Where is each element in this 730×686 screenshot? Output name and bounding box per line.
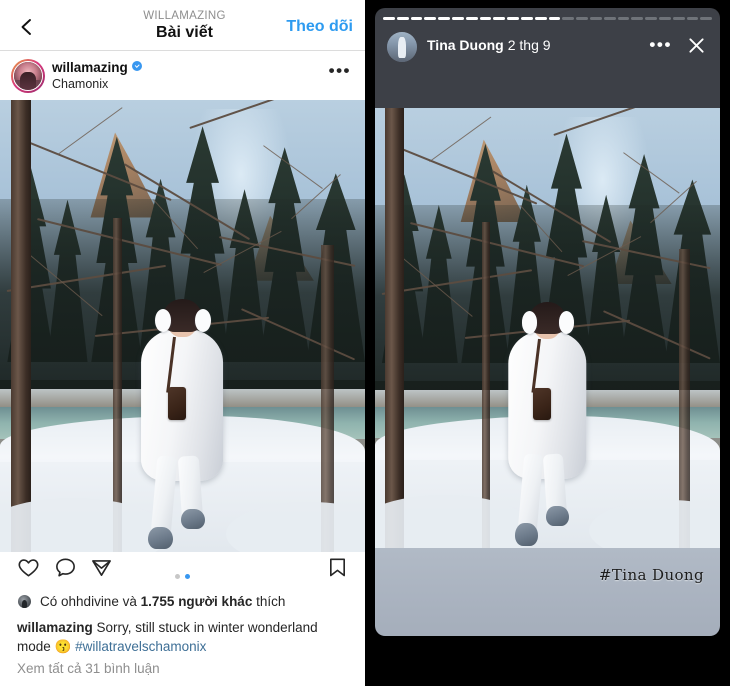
story-progress-segment [617, 17, 630, 20]
likes-others: người khác [178, 594, 253, 609]
story-progress-segment [520, 17, 533, 20]
earmuff-right [559, 311, 575, 334]
caption-username[interactable]: willamazing [17, 620, 93, 635]
post-nav-bar: WILLAMAZING Bài viết Theo dõi [0, 4, 365, 51]
story-avatar[interactable] [387, 32, 417, 62]
story-progress-segment [576, 17, 588, 20]
shoe-left [147, 526, 173, 550]
story-progress-segment [658, 17, 671, 20]
story-progress-segment [383, 17, 395, 20]
story-progress-segment [631, 17, 644, 20]
avatar-image [13, 61, 43, 91]
like-heart-icon[interactable] [17, 556, 40, 579]
shoe-left [514, 523, 539, 546]
story-progress-segment [396, 17, 409, 20]
story-progress-bar[interactable] [383, 17, 713, 20]
post-photo[interactable] [0, 100, 365, 552]
nav-title-group: WILLAMAZING Bài viết [112, 10, 257, 42]
story-avatar-image [387, 32, 417, 62]
story-progress-segment [507, 17, 519, 20]
shoulder-bag [167, 387, 187, 421]
follow-button[interactable]: Theo dõi [286, 18, 353, 36]
carousel-dot [175, 574, 180, 579]
story-watermark: #Tina Duong [598, 566, 704, 584]
caption-hashtag[interactable]: #willatravelschamonix [75, 639, 206, 654]
story-footer-area [375, 548, 720, 636]
comment-bubble-icon[interactable] [54, 556, 77, 579]
carousel-dot-active [185, 574, 190, 579]
story-progress-segment [548, 17, 561, 20]
view-all-comments-link[interactable]: Xem tất cả 31 bình luận [17, 661, 160, 676]
earmuff-left [521, 311, 537, 334]
story-progress-segment [493, 17, 506, 20]
instagram-story-panel: Tina Duong 2 thg 9 ••• #Tina Duong [365, 0, 730, 686]
avatar[interactable] [11, 59, 45, 93]
story-progress-segment [589, 17, 602, 20]
story-header: Tina Duong 2 thg 9 ••• [375, 26, 720, 66]
story-photo[interactable] [375, 108, 720, 548]
post-caption: willamazing Sorry, still stuck in winter… [17, 618, 352, 656]
story-progress-segment [451, 17, 464, 20]
likes-count: 1.755 [140, 594, 175, 609]
likes-conjunction: và [122, 594, 137, 609]
caption-emoji: 😗 [54, 639, 72, 654]
post-more-options-icon[interactable]: ••• [329, 62, 351, 79]
story-progress-segment [686, 17, 699, 20]
close-x-icon[interactable] [687, 36, 706, 55]
story-progress-segment [534, 17, 547, 20]
liker-avatar [17, 594, 32, 609]
likes-row: Có ohhdivine và 1.755 người khác thích [0, 590, 365, 614]
tree-trunk-left [10, 100, 31, 552]
story-progress-segment [438, 17, 450, 20]
post-location[interactable]: Chamonix [52, 77, 108, 91]
verified-badge-icon [131, 61, 142, 71]
story-progress-segment [410, 17, 423, 20]
post-action-bar [0, 552, 365, 584]
page-title: Bài viết [156, 24, 213, 41]
instagram-post-panel: WILLAMAZING Bài viết Theo dõi willamazin… [0, 0, 365, 686]
likes-suffix: thích [256, 594, 286, 609]
earmuff-left [155, 308, 172, 332]
story-author-name: Tina Duong [427, 37, 504, 53]
story-progress-segment [672, 17, 685, 20]
story-progress-segment [645, 17, 657, 20]
story-progress-segment [424, 17, 437, 20]
story-card[interactable]: Tina Duong 2 thg 9 ••• #Tina Duong [375, 8, 720, 636]
story-progress-segment [700, 17, 713, 20]
story-progress-segment [603, 17, 616, 20]
liker-name: ohhdivine [61, 594, 119, 609]
likes-prefix: Có [40, 594, 58, 609]
tree-trunk-left [385, 108, 405, 548]
share-paper-plane-icon[interactable] [90, 556, 113, 579]
author-username-row[interactable]: willamazing [52, 60, 142, 75]
shoe-right [546, 506, 569, 526]
post-author-header: willamazing Chamonix ••• [0, 52, 365, 100]
story-author-row[interactable]: Tina Duong 2 thg 9 [427, 37, 551, 53]
story-photo-inner [375, 108, 720, 548]
shoulder-bag [533, 387, 551, 420]
screenshot-root: WILLAMAZING Bài viết Theo dõi willamazin… [0, 0, 730, 686]
likes-text[interactable]: Có ohhdivine và 1.755 người khác thích [40, 592, 285, 612]
story-progress-segment [465, 17, 478, 20]
back-chevron-icon[interactable] [17, 17, 37, 37]
nav-kicker: WILLAMAZING [143, 10, 226, 22]
story-progress-segment [562, 17, 575, 20]
earmuff-right [194, 308, 212, 332]
save-bookmark-icon[interactable] [327, 556, 348, 579]
story-more-options-icon[interactable]: ••• [649, 36, 672, 53]
shoe-right [181, 508, 205, 530]
story-timestamp: 2 thg 9 [507, 37, 551, 53]
author-username: willamazing [52, 60, 128, 75]
story-progress-segment [479, 17, 492, 20]
